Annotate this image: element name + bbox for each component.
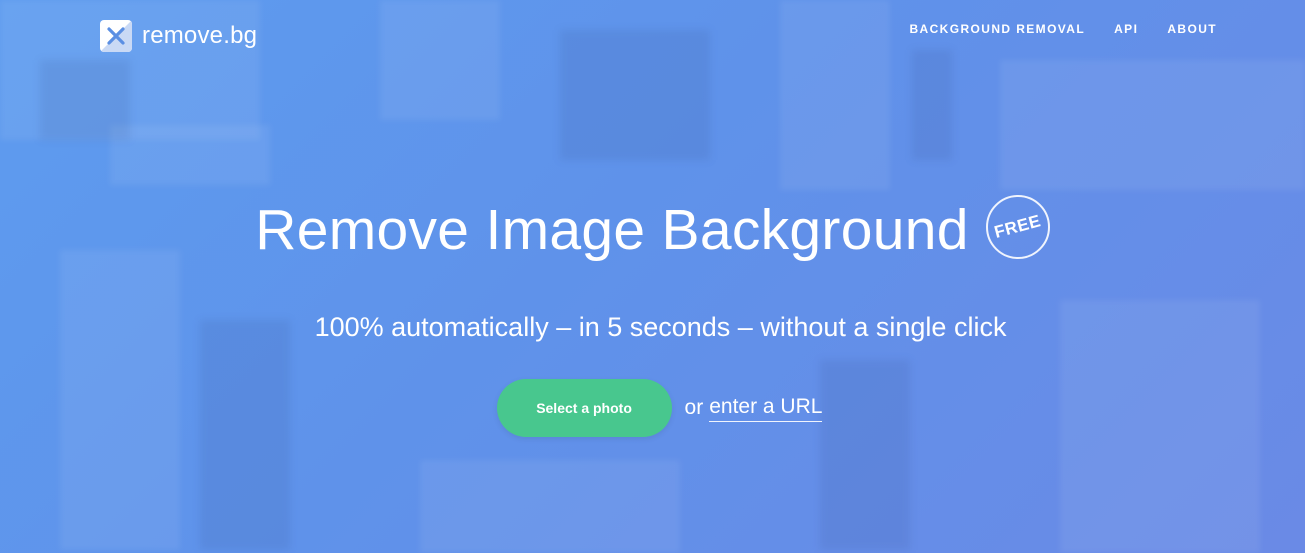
nav-item-background-removal[interactable]: BACKGROUND REMOVAL bbox=[909, 22, 1085, 36]
city-background-image bbox=[0, 0, 1305, 553]
x-mark-icon bbox=[100, 20, 132, 52]
select-photo-button[interactable]: Select a photo bbox=[496, 379, 672, 437]
nav-item-api[interactable]: API bbox=[1114, 22, 1138, 36]
brand-name: remove.bg bbox=[142, 22, 258, 49]
hero-section: remove.bg BACKGROUND REMOVAL API ABOUT R… bbox=[0, 0, 1305, 553]
page-title: Remove Image Background bbox=[255, 198, 969, 262]
free-badge: FREE bbox=[985, 194, 1050, 259]
nav-item-about[interactable]: ABOUT bbox=[1167, 22, 1217, 36]
free-badge-label: FREE bbox=[992, 210, 1043, 242]
brand-logo-link[interactable]: remove.bg bbox=[100, 20, 257, 52]
hero-title-row: Remove Image Background FREE bbox=[0, 194, 1305, 262]
main-nav: BACKGROUND REMOVAL API ABOUT bbox=[909, 22, 1217, 36]
upload-actions: Select a photo or enter a URL bbox=[7, 379, 1305, 437]
enter-url-link[interactable]: enter a URL bbox=[709, 395, 823, 422]
hero-subtitle: 100% automatically – in 5 seconds – with… bbox=[314, 312, 1007, 342]
or-label: or bbox=[684, 396, 704, 419]
